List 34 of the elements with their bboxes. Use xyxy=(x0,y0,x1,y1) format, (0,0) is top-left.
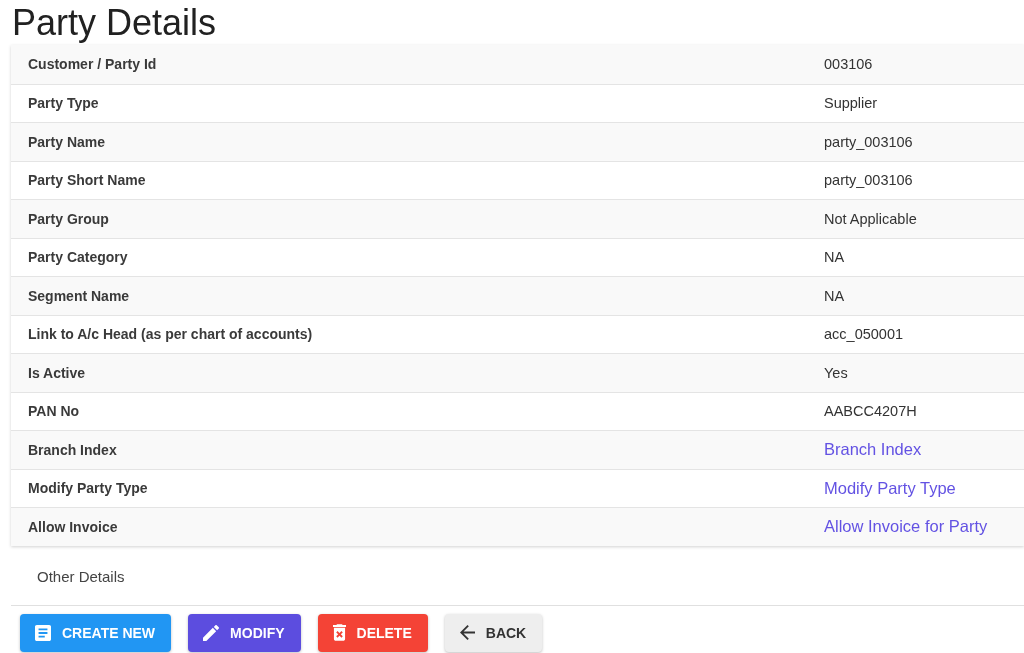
page-title: Party Details xyxy=(11,1,218,45)
value-link[interactable]: Modify Party Type xyxy=(824,478,956,498)
field-label: Party Name xyxy=(11,122,806,161)
field-value: 003106 xyxy=(806,45,1024,84)
field-value: NA xyxy=(806,276,1024,315)
section-heading[interactable]: Other Details xyxy=(37,565,125,585)
field-value: party_003106 xyxy=(806,160,1024,199)
field-label: Party Group xyxy=(11,199,806,238)
field-value: Yes xyxy=(806,353,1024,392)
field-label: Customer / Party Id xyxy=(11,45,806,84)
field-value: NA xyxy=(806,237,1024,276)
field-label: Party Category xyxy=(11,237,806,276)
field-value: Supplier xyxy=(806,83,1024,122)
field-value: party_003106 xyxy=(806,122,1024,161)
document-icon xyxy=(35,624,51,641)
trash-icon xyxy=(332,624,346,641)
delete-button[interactable]: DELETE xyxy=(317,613,428,652)
field-label: Party Short Name xyxy=(11,160,806,199)
back-button[interactable]: BACK xyxy=(444,613,543,652)
pencil-icon xyxy=(203,624,220,641)
field-value: AABCC4207H xyxy=(806,391,1024,430)
create-button[interactable]: CREATE NEW xyxy=(20,613,172,652)
field-label: Link to A/c Head (as per chart of accounts) xyxy=(11,314,806,353)
field-value: Not Applicable xyxy=(806,199,1024,238)
field-label: Modify Party Type xyxy=(11,468,806,507)
field-label: Allow Invoice xyxy=(11,507,806,546)
arrow-left-icon xyxy=(459,625,475,640)
modify-button[interactable]: MODIFY xyxy=(188,613,301,652)
field-label: Branch Index xyxy=(11,430,806,469)
field-label: PAN No xyxy=(11,391,806,430)
field-label: Party Type xyxy=(11,83,806,122)
field-label: Is Active xyxy=(11,353,806,392)
field-label: Segment Name xyxy=(11,276,806,315)
field-value: acc_050001 xyxy=(806,314,1024,353)
